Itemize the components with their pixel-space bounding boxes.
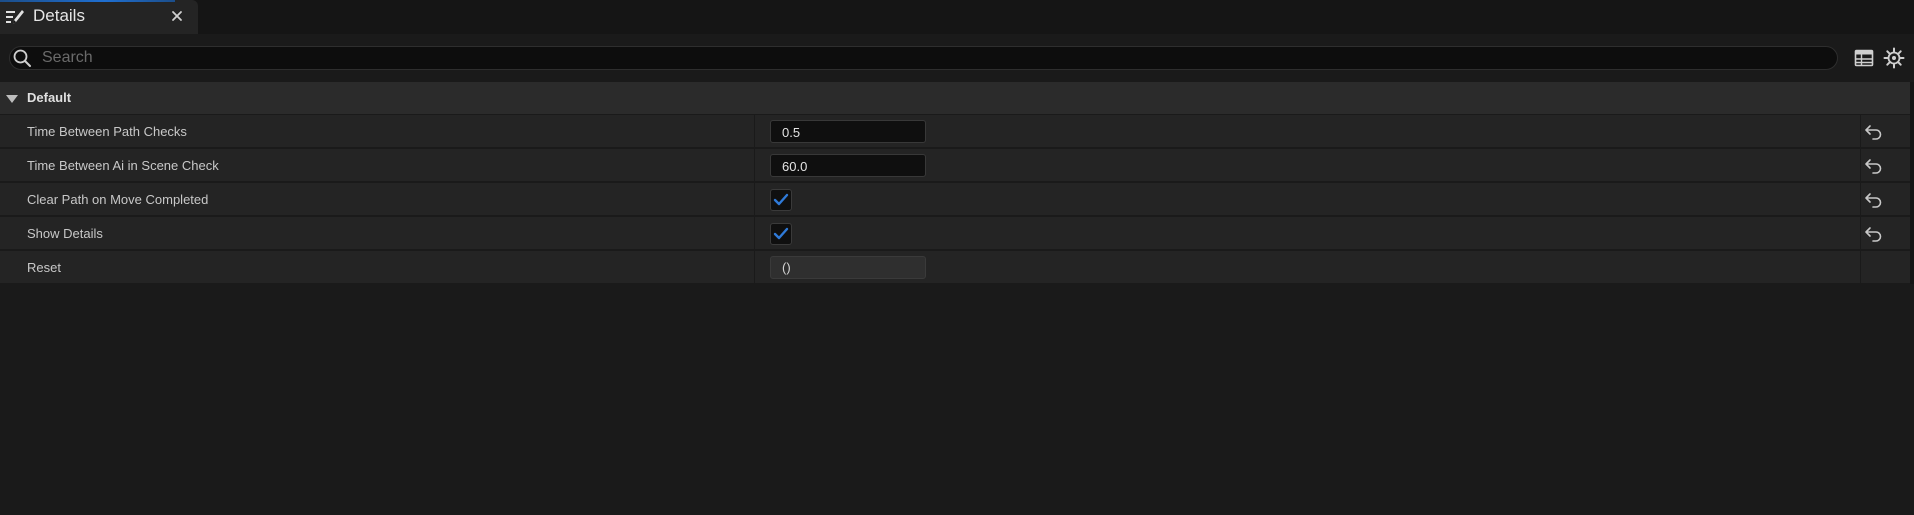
category-label: Default: [27, 90, 72, 105]
column-divider: [1860, 217, 1861, 250]
property-row-reset: Reset (): [0, 251, 1910, 284]
pencil-details-icon: [6, 10, 24, 24]
panel-edge: [1910, 82, 1914, 284]
column-divider: [1860, 183, 1861, 216]
reset-to-default-icon[interactable]: [1864, 123, 1884, 141]
reset-to-default-icon[interactable]: [1864, 157, 1884, 175]
property-name: Show Details: [27, 226, 103, 241]
category-default[interactable]: Default: [0, 82, 1910, 115]
settings-icon[interactable]: [1883, 47, 1905, 69]
property-row-show-details: Show Details: [0, 217, 1910, 250]
close-icon[interactable]: [168, 7, 186, 25]
property-row-time-between-ai-in-scene-check: Time Between Ai in Scene Check 60.0: [0, 149, 1910, 182]
tab-title: Details: [33, 6, 85, 25]
reset-to-default-icon[interactable]: [1864, 225, 1884, 243]
time-between-ai-in-scene-check-input[interactable]: 60.0: [770, 154, 926, 177]
property-row-time-between-path-checks: Time Between Path Checks 0.5: [0, 115, 1910, 148]
checkmark-icon: [773, 227, 789, 240]
property-row-clear-path-on-move-completed: Clear Path on Move Completed: [0, 183, 1910, 216]
table-view-icon[interactable]: [1854, 48, 1874, 68]
column-divider[interactable]: [754, 183, 755, 216]
search-icon: [13, 49, 31, 67]
search-input[interactable]: [42, 47, 1822, 69]
column-divider[interactable]: [754, 115, 755, 148]
column-divider[interactable]: [754, 217, 755, 250]
chevron-down-icon[interactable]: [5, 94, 19, 104]
time-between-path-checks-input[interactable]: 0.5: [770, 120, 926, 143]
column-divider: [1860, 251, 1861, 284]
property-name: Time Between Ai in Scene Check: [27, 158, 219, 173]
reset-to-default-icon[interactable]: [1864, 191, 1884, 209]
column-divider[interactable]: [754, 149, 755, 182]
column-divider: [1860, 149, 1861, 182]
tab-details[interactable]: Details: [0, 0, 198, 34]
property-name: Time Between Path Checks: [27, 124, 187, 139]
column-divider: [1860, 115, 1861, 148]
checkmark-icon: [773, 193, 789, 206]
property-name: Reset: [27, 260, 61, 275]
show-details-checkbox[interactable]: [770, 223, 792, 245]
tab-bar: Details: [0, 0, 1914, 34]
tab-active-indicator: [0, 0, 175, 2]
property-name: Clear Path on Move Completed: [27, 192, 209, 207]
column-divider[interactable]: [754, 251, 755, 284]
clear-path-on-move-completed-checkbox[interactable]: [770, 189, 792, 211]
reset-value-field: (): [770, 256, 926, 279]
